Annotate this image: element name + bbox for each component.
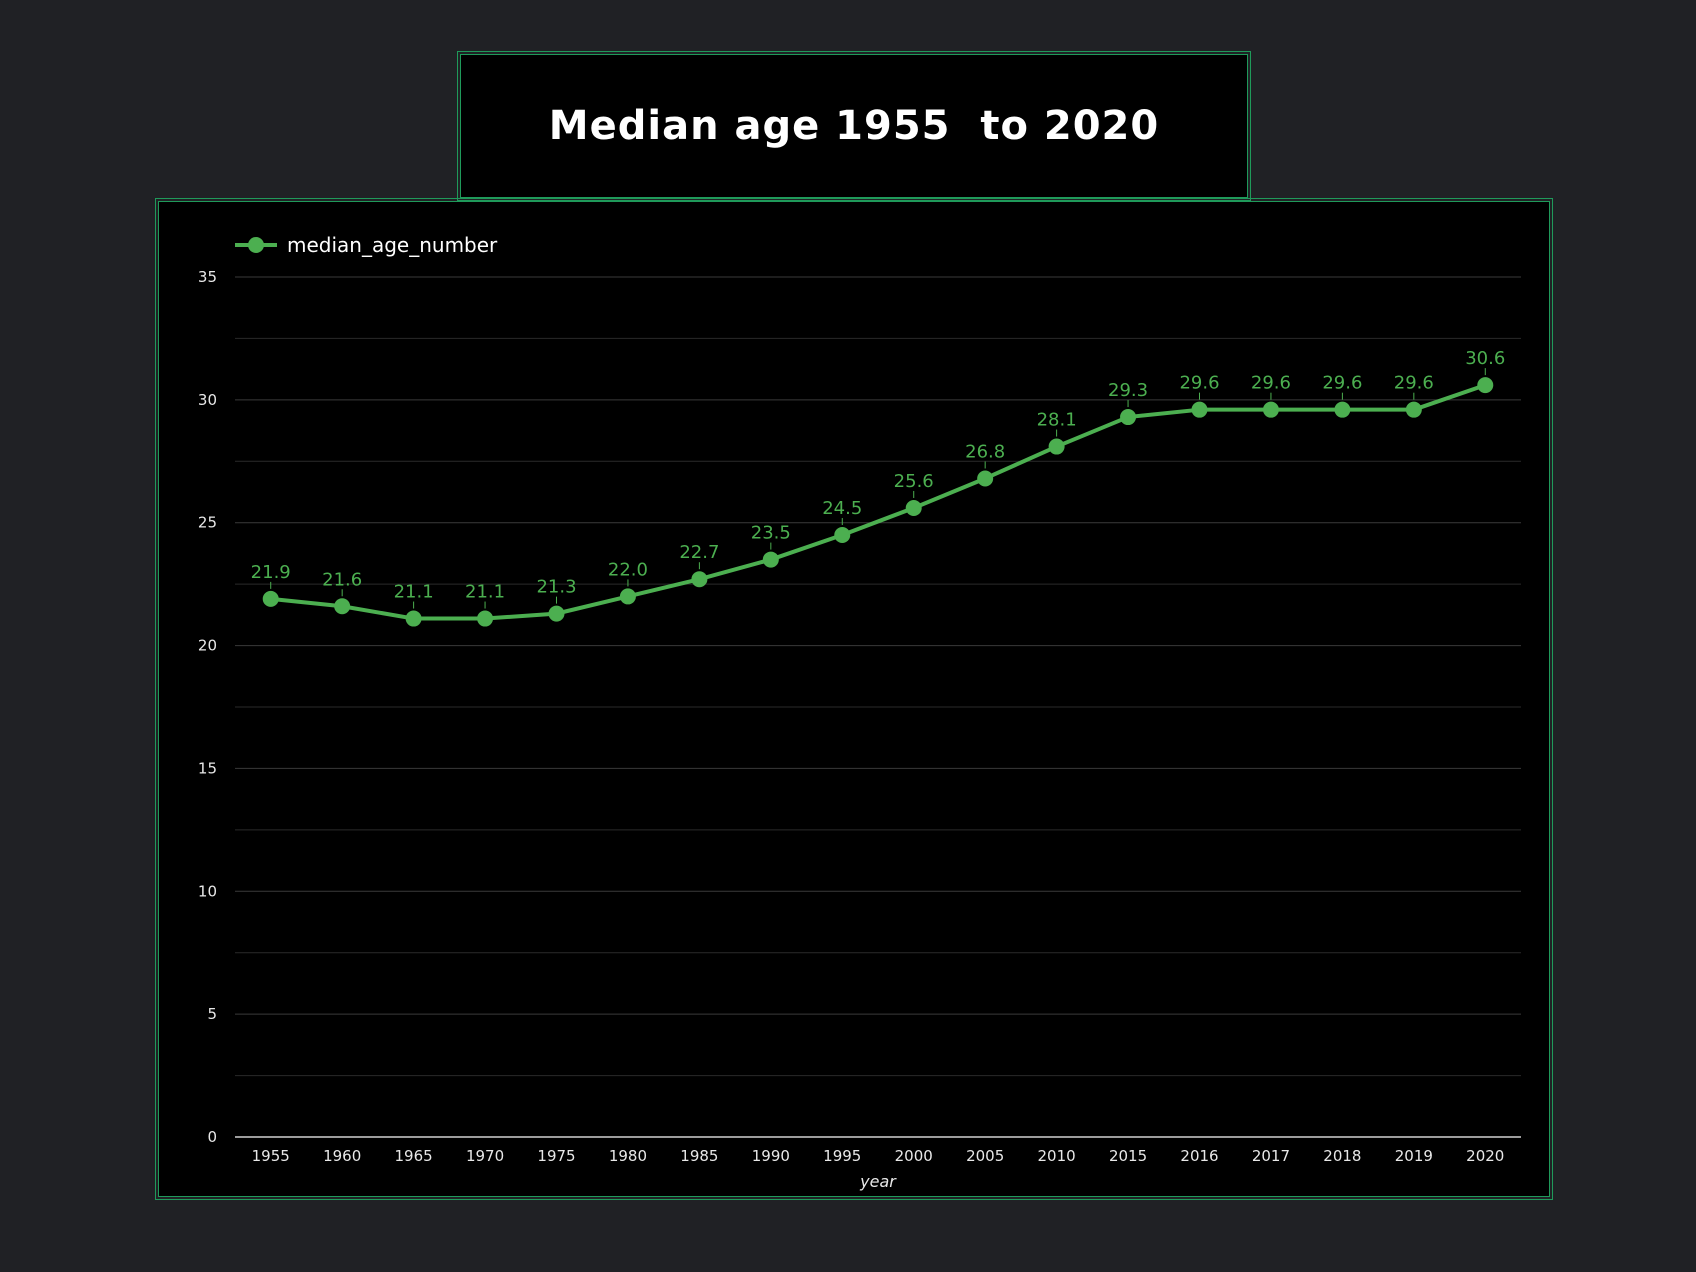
data-point[interactable] (1405, 401, 1422, 418)
title-box: Median age 1955 to 2020 (457, 51, 1251, 201)
data-point[interactable] (905, 499, 922, 516)
data-point[interactable] (1120, 409, 1137, 426)
data-point[interactable] (762, 551, 779, 568)
y-tick-label: 35 (198, 268, 217, 286)
x-tick-label: 1985 (680, 1147, 718, 1165)
x-tick-label: 1955 (252, 1147, 290, 1165)
line-chart: 05101520253035 1955 1960 1965 1970 1975 1980 1… (198, 233, 1521, 1191)
data-point[interactable] (1191, 401, 1208, 418)
data-label: 25.6 (894, 471, 934, 492)
x-tick-label: 2017 (1252, 1147, 1290, 1165)
data-point[interactable] (1048, 438, 1065, 455)
series-median-age: 21.9 21.6 21.1 21.1 21.3 22.0 22.7 23.5 24.5 25.6… (251, 348, 1505, 627)
x-tick-label: 1975 (537, 1147, 575, 1165)
x-tick-label: 2018 (1323, 1147, 1361, 1165)
x-tick-label: 1960 (323, 1147, 361, 1165)
data-label: 23.5 (751, 523, 791, 544)
data-label: 21.6 (322, 569, 362, 590)
data-point[interactable] (977, 470, 994, 487)
y-tick-label: 25 (198, 514, 217, 532)
y-tick-label: 5 (207, 1005, 217, 1023)
x-tick-label: 1995 (823, 1147, 861, 1165)
data-point[interactable] (619, 588, 636, 605)
x-tick-label: 2020 (1466, 1147, 1504, 1165)
y-axis: 0 5 10 15 20 25 30 35 (198, 268, 217, 1146)
data-label: 29.6 (1179, 373, 1219, 394)
y-tick-label: 20 (198, 637, 217, 655)
x-tick-label: 1970 (466, 1147, 504, 1165)
x-tick-label: 2010 (1038, 1147, 1076, 1165)
legend[interactable]: median_age_number (235, 233, 498, 257)
x-tick-label: 1965 (395, 1147, 433, 1165)
data-point[interactable] (1262, 401, 1279, 418)
data-point[interactable] (691, 571, 708, 588)
y-tick-label: 0 (207, 1128, 217, 1146)
data-point[interactable] (834, 527, 851, 543)
x-tick-label: 2000 (895, 1147, 933, 1165)
data-point[interactable] (548, 605, 565, 622)
data-label: 24.5 (822, 498, 862, 519)
data-label: 22.7 (679, 542, 719, 563)
y-tick-label: 15 (198, 759, 217, 777)
x-tick-label: 2015 (1109, 1147, 1147, 1165)
x-axis: 1955 1960 1965 1970 1975 1980 1985 1990 1995 2000… (252, 1147, 1505, 1165)
x-tick-label: 2005 (966, 1147, 1004, 1165)
data-label: 29.3 (1108, 380, 1148, 401)
series-line (270, 383, 1486, 621)
x-axis-title: year (859, 1172, 897, 1191)
y-tick-label: 30 (198, 391, 217, 409)
data-label: 26.8 (965, 441, 1005, 462)
data-label: 21.1 (465, 582, 505, 603)
legend-label: median_age_number (287, 233, 498, 257)
chart-panel: 0 5 10 15 20 25 30 35 1955 1960 1965 1970 1975 1980 1… (155, 198, 1553, 1200)
data-label: 21.3 (536, 577, 576, 598)
data-label: 28.1 (1037, 410, 1077, 431)
data-label: 29.6 (1394, 373, 1434, 394)
data-point[interactable] (334, 598, 351, 615)
x-tick-label: 2016 (1180, 1147, 1218, 1165)
page-title: Median age 1955 to 2020 (548, 103, 1160, 149)
data-label: 22.0 (608, 559, 648, 580)
data-label: 30.6 (1465, 348, 1505, 369)
data-label: 29.6 (1251, 373, 1291, 394)
data-label: 21.9 (251, 562, 291, 583)
data-point[interactable] (1477, 377, 1494, 394)
y-tick-label: 10 (198, 882, 217, 900)
data-point[interactable] (262, 590, 279, 607)
grid-lines (235, 276, 1521, 1138)
legend-marker (248, 237, 264, 253)
data-label: 21.1 (394, 582, 434, 603)
data-point[interactable] (477, 610, 494, 627)
data-label: 29.6 (1322, 373, 1362, 394)
x-tick-label: 2019 (1395, 1147, 1433, 1165)
x-tick-label: 1980 (609, 1147, 647, 1165)
data-point[interactable] (405, 610, 422, 627)
data-point[interactable] (1334, 401, 1351, 418)
x-tick-label: 1990 (752, 1147, 790, 1165)
